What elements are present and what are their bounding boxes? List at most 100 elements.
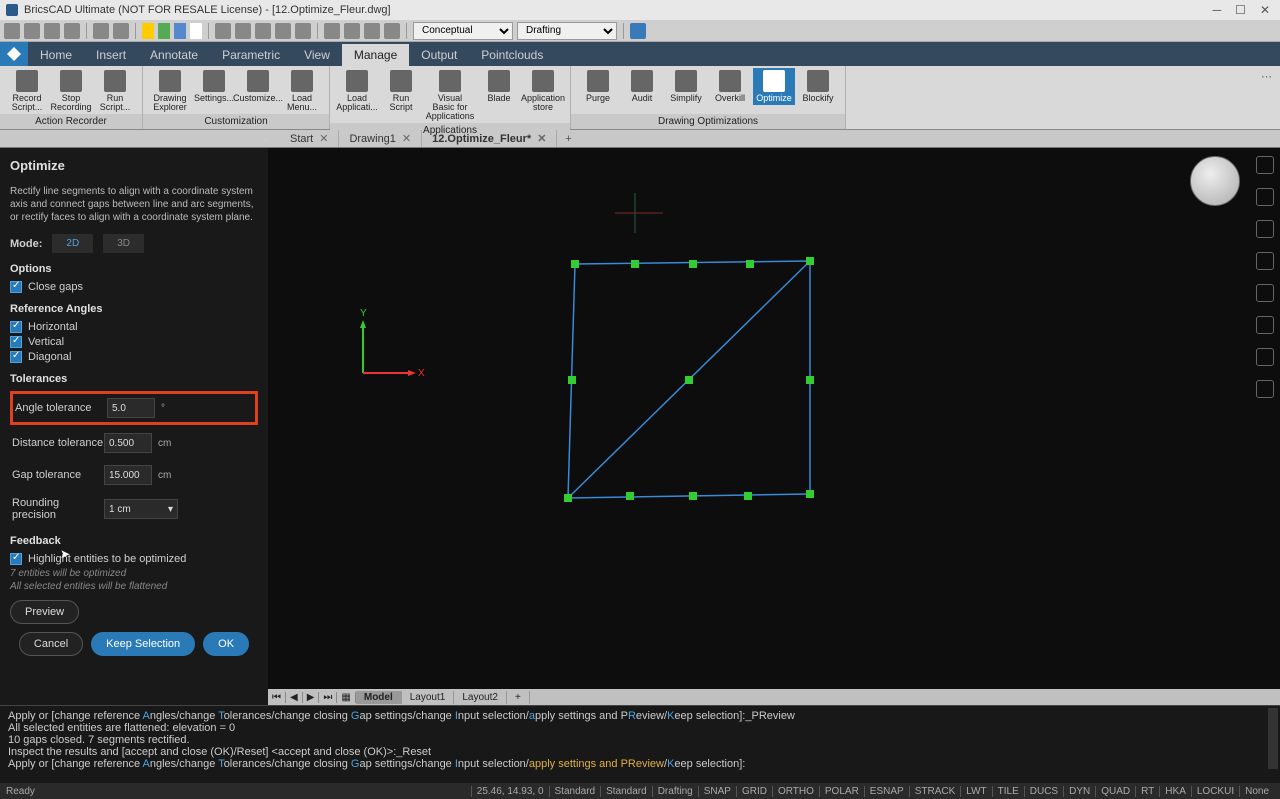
preview-button[interactable]: Preview bbox=[10, 600, 79, 624]
status-tile[interactable]: TILE bbox=[992, 786, 1024, 797]
angle-tolerance-input[interactable] bbox=[107, 398, 155, 418]
doctab-add-button[interactable]: + bbox=[557, 133, 579, 145]
attach-icon[interactable] bbox=[1256, 252, 1274, 270]
layout2-tab[interactable]: Layout2 bbox=[454, 691, 507, 704]
visual-style-select[interactable]: Conceptual bbox=[413, 22, 513, 40]
qb-undo-icon[interactable] bbox=[93, 23, 109, 39]
layout-grid-icon[interactable]: ▦ bbox=[337, 692, 355, 703]
status-polar[interactable]: POLAR bbox=[819, 786, 864, 797]
status-lockui[interactable]: LOCKUI bbox=[1191, 786, 1239, 797]
layer-color-2[interactable] bbox=[158, 23, 170, 39]
ok-button[interactable]: OK bbox=[203, 632, 249, 656]
qb-tool-h-icon[interactable] bbox=[364, 23, 380, 39]
ribbon-overflow-icon[interactable]: ⋯ bbox=[1253, 66, 1280, 129]
tab-insert[interactable]: Insert bbox=[84, 44, 138, 66]
help-icon[interactable] bbox=[630, 23, 646, 39]
simplify-button[interactable]: Simplify bbox=[665, 68, 707, 105]
purge-button[interactable]: Purge bbox=[577, 68, 619, 105]
maximize-button[interactable]: ☐ bbox=[1235, 3, 1246, 17]
layout-last-icon[interactable]: ⏭ bbox=[319, 692, 337, 703]
panel-icon[interactable] bbox=[1256, 348, 1274, 366]
tab-annotate[interactable]: Annotate bbox=[138, 44, 210, 66]
qb-tool-b-icon[interactable] bbox=[235, 23, 251, 39]
status-lwt[interactable]: LWT bbox=[960, 786, 991, 797]
status-hka[interactable]: HKA bbox=[1159, 786, 1191, 797]
minimize-button[interactable]: ─ bbox=[1213, 3, 1222, 17]
layer-color-3[interactable] bbox=[174, 23, 186, 39]
qb-tool-a-icon[interactable] bbox=[215, 23, 231, 39]
status-ortho[interactable]: ORTHO bbox=[772, 786, 819, 797]
stop-recording-button[interactable]: Stop Recording bbox=[50, 68, 92, 114]
qb-redo-icon[interactable] bbox=[113, 23, 129, 39]
record-script-button[interactable]: Record Script... bbox=[6, 68, 48, 114]
horizontal-checkbox[interactable]: Horizontal bbox=[10, 321, 258, 333]
tab-output[interactable]: Output bbox=[409, 44, 469, 66]
qb-tool-g-icon[interactable] bbox=[344, 23, 360, 39]
fx-icon[interactable] bbox=[1256, 316, 1274, 334]
qb-print-icon[interactable] bbox=[64, 23, 80, 39]
status-std1[interactable]: Standard bbox=[549, 786, 601, 797]
vba-button[interactable]: Visual Basic for Applications bbox=[424, 68, 476, 123]
status-dyn[interactable]: DYN bbox=[1063, 786, 1095, 797]
look-from-icon[interactable] bbox=[1256, 188, 1274, 206]
blockify-button[interactable]: Blockify bbox=[797, 68, 839, 105]
keep-selection-button[interactable]: Keep Selection bbox=[91, 632, 195, 656]
status-strack[interactable]: STRACK bbox=[909, 786, 961, 797]
layout1-tab[interactable]: Layout1 bbox=[402, 691, 455, 704]
doctab-start[interactable]: Start✕ bbox=[280, 130, 339, 147]
doctab-drawing1[interactable]: Drawing1✕ bbox=[339, 130, 422, 147]
load-application-button[interactable]: Load Applicati... bbox=[336, 68, 378, 114]
layout-prev-icon[interactable]: ◀ bbox=[286, 692, 303, 703]
tab-parametric[interactable]: Parametric bbox=[210, 44, 292, 66]
tab-view[interactable]: View bbox=[292, 44, 342, 66]
qb-open-icon[interactable] bbox=[24, 23, 40, 39]
drawing-explorer-button[interactable]: Drawing Explorer bbox=[149, 68, 191, 114]
status-mode[interactable]: None bbox=[1239, 786, 1274, 797]
rounding-precision-select[interactable]: 1 cm▾ bbox=[104, 499, 178, 519]
close-icon[interactable]: ✕ bbox=[537, 132, 546, 145]
layer-color-4[interactable] bbox=[190, 23, 202, 39]
doctab-optimize-fleur[interactable]: 12.Optimize_Fleur*✕ bbox=[422, 130, 557, 147]
audit-button[interactable]: Audit bbox=[621, 68, 663, 105]
tab-home[interactable]: Home bbox=[28, 44, 84, 66]
load-menu-button[interactable]: Load Menu... bbox=[281, 68, 323, 114]
settings-button[interactable]: Settings... bbox=[193, 68, 235, 105]
close-gaps-checkbox[interactable]: Close gaps bbox=[10, 281, 258, 293]
status-std2[interactable]: Standard bbox=[600, 786, 652, 797]
layout-first-icon[interactable]: ⏮ bbox=[268, 692, 286, 703]
qb-tool-i-icon[interactable] bbox=[384, 23, 400, 39]
workspace-select[interactable]: Drafting bbox=[517, 22, 617, 40]
tab-pointclouds[interactable]: Pointclouds bbox=[469, 44, 555, 66]
cancel-button[interactable]: Cancel bbox=[19, 632, 83, 656]
blade-button[interactable]: Blade bbox=[478, 68, 520, 105]
close-icon[interactable]: ✕ bbox=[319, 132, 328, 145]
distance-tolerance-input[interactable] bbox=[104, 433, 152, 453]
status-esnap[interactable]: ESNAP bbox=[864, 786, 909, 797]
qb-tool-e-icon[interactable] bbox=[295, 23, 311, 39]
layout-next-icon[interactable]: ▶ bbox=[303, 692, 320, 703]
vertical-checkbox[interactable]: Vertical bbox=[10, 336, 258, 348]
mode-2d-button[interactable]: 2D bbox=[52, 234, 93, 253]
cloud-icon[interactable] bbox=[1256, 380, 1274, 398]
layers-icon[interactable] bbox=[1256, 220, 1274, 238]
qb-save-icon[interactable] bbox=[44, 23, 60, 39]
command-console[interactable]: Apply or [change reference Angles/change… bbox=[0, 705, 1280, 783]
close-icon[interactable]: ✕ bbox=[402, 132, 411, 145]
scrollbar[interactable] bbox=[1268, 708, 1278, 769]
status-quad[interactable]: QUAD bbox=[1095, 786, 1135, 797]
mode-3d-button[interactable]: 3D bbox=[103, 234, 144, 253]
layout-add-button[interactable]: + bbox=[507, 691, 530, 704]
close-button[interactable]: ✕ bbox=[1260, 3, 1270, 17]
gap-tolerance-input[interactable] bbox=[104, 465, 152, 485]
status-grid[interactable]: GRID bbox=[736, 786, 772, 797]
panel-close-icon[interactable]: ✕ bbox=[260, 135, 272, 147]
tab-manage[interactable]: Manage bbox=[342, 44, 409, 66]
drawing-canvas[interactable]: Y X ⏮◀▶⏭▦ bbox=[268, 148, 1280, 705]
qb-tool-c-icon[interactable] bbox=[255, 23, 271, 39]
run-script-button[interactable]: Run Script... bbox=[94, 68, 136, 114]
status-snap[interactable]: SNAP bbox=[698, 786, 736, 797]
structure-icon[interactable] bbox=[1256, 284, 1274, 302]
app-store-button[interactable]: Application store bbox=[522, 68, 564, 114]
qb-tool-f-icon[interactable] bbox=[324, 23, 340, 39]
overkill-button[interactable]: Overkill bbox=[709, 68, 751, 105]
